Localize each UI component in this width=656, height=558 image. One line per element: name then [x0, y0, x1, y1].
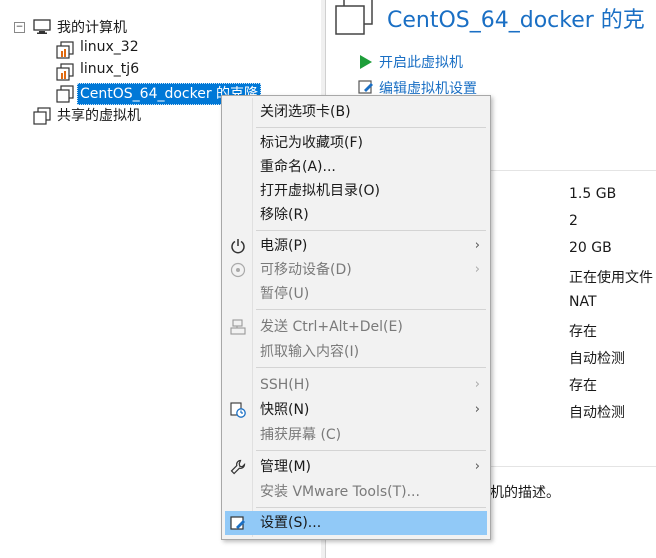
spec-network: NAT	[569, 294, 597, 310]
menu-item-rename[interactable]: 重命名(A)...	[222, 155, 490, 179]
menu-separator	[256, 309, 486, 310]
menu-item-close-tab[interactable]: 关闭选项卡(B)	[222, 100, 490, 124]
menu-item-manage[interactable]: 管理(M) ›	[222, 455, 490, 479]
tree-item-vm-1[interactable]: linux_32	[80, 39, 139, 55]
menu-separator	[256, 507, 486, 508]
vm-icon	[56, 85, 74, 103]
menu-item-label: 抓取输入内容(I)	[260, 344, 360, 360]
menu-item-power[interactable]: 电源(P) ›	[222, 234, 490, 258]
menu-separator	[256, 127, 486, 128]
menu-item-label: 打开虚拟机目录(O)	[260, 183, 380, 199]
tree-item-vm-2[interactable]: linux_tj6	[80, 61, 139, 77]
menu-item-label: 移除(R)	[260, 207, 309, 223]
spec-disk: 20 GB	[569, 240, 612, 256]
tree-item-my-computer[interactable]: 我的计算机	[57, 17, 127, 37]
menu-item-label: 重命名(A)...	[260, 159, 336, 175]
menu-item-pause[interactable]: 暂停(U)	[222, 282, 490, 306]
vm-large-icon	[335, 0, 373, 35]
menu-item-grab-input[interactable]: 抓取输入内容(I)	[222, 340, 490, 364]
menu-item-install-tools[interactable]: 安装 VMware Tools(T)...	[222, 480, 490, 504]
tree-item-shared[interactable]: 共享的虚拟机	[57, 105, 141, 125]
chevron-right-icon: ›	[474, 262, 480, 277]
menu-item-send-ctrl-alt-del[interactable]: 发送 Ctrl+Alt+Del(E)	[222, 315, 490, 339]
menu-item-label: 安装 VMware Tools(T)...	[260, 484, 420, 500]
play-icon	[360, 55, 372, 69]
chevron-right-icon: ›	[474, 238, 480, 253]
wrench-icon	[230, 459, 246, 475]
menu-item-label: 暂停(U)	[260, 286, 310, 302]
menu-item-settings[interactable]: 设置(S)...	[225, 511, 487, 535]
menu-item-label: 关闭选项卡(B)	[260, 104, 351, 120]
menu-item-label: 发送 Ctrl+Alt+Del(E)	[260, 319, 403, 335]
keyboard-icon	[230, 319, 246, 335]
menu-separator	[256, 230, 486, 231]
menu-item-label: 可移动设备(D)	[260, 262, 352, 278]
menu-separator	[256, 450, 486, 451]
spec-usb: 存在	[569, 324, 597, 340]
power-on-link[interactable]: 开启此虚拟机	[379, 52, 463, 72]
menu-item-label: 快照(N)	[260, 402, 310, 418]
context-menu: 关闭选项卡(B) 标记为收藏项(F) 重命名(A)... 打开虚拟机目录(O) …	[221, 95, 491, 540]
chevron-right-icon: ›	[474, 377, 480, 392]
spec-memory: 1.5 GB	[569, 186, 617, 202]
vm-icon	[56, 63, 74, 81]
menu-item-capture-screen[interactable]: 捕获屏幕 (C)	[222, 423, 490, 447]
menu-item-open-directory[interactable]: 打开虚拟机目录(O)	[222, 179, 490, 203]
spec-processors: 2	[569, 213, 578, 229]
computer-icon	[33, 19, 51, 34]
menu-separator	[256, 367, 486, 368]
power-icon	[231, 239, 245, 254]
menu-item-label: 电源(P)	[260, 238, 308, 254]
vm-title: CentOS_64_docker 的克	[387, 8, 645, 33]
menu-item-ssh[interactable]: SSH(H) ›	[222, 373, 490, 397]
collapse-toggle[interactable]: −	[14, 22, 25, 33]
menu-item-favorite[interactable]: 标记为收藏项(F)	[222, 131, 490, 155]
edit-settings-icon	[358, 80, 373, 94]
vm-description[interactable]: 机的描述。	[490, 482, 560, 502]
removable-device-icon	[230, 262, 246, 278]
menu-item-label: 捕获屏幕 (C)	[260, 427, 342, 443]
spec-cd: 正在使用文件	[569, 270, 653, 286]
chevron-right-icon: ›	[474, 402, 480, 417]
menu-item-label: SSH(H)	[260, 377, 310, 393]
vm-icon	[56, 41, 74, 59]
menu-item-removable-devices[interactable]: 可移动设备(D) ›	[222, 258, 490, 282]
spec-sound: 自动检测	[569, 351, 625, 367]
menu-item-label: 设置(S)...	[260, 515, 322, 531]
menu-item-label: 标记为收藏项(F)	[260, 135, 363, 151]
shared-vm-icon	[33, 107, 51, 125]
spec-printer: 存在	[569, 378, 597, 394]
chevron-right-icon: ›	[474, 459, 480, 474]
menu-item-label: 管理(M)	[260, 459, 312, 475]
spec-display: 自动检测	[569, 405, 625, 421]
snapshot-icon	[230, 402, 246, 418]
settings-icon	[230, 516, 245, 530]
menu-item-snapshot[interactable]: 快照(N) ›	[222, 398, 490, 422]
menu-item-remove[interactable]: 移除(R)	[222, 203, 490, 227]
